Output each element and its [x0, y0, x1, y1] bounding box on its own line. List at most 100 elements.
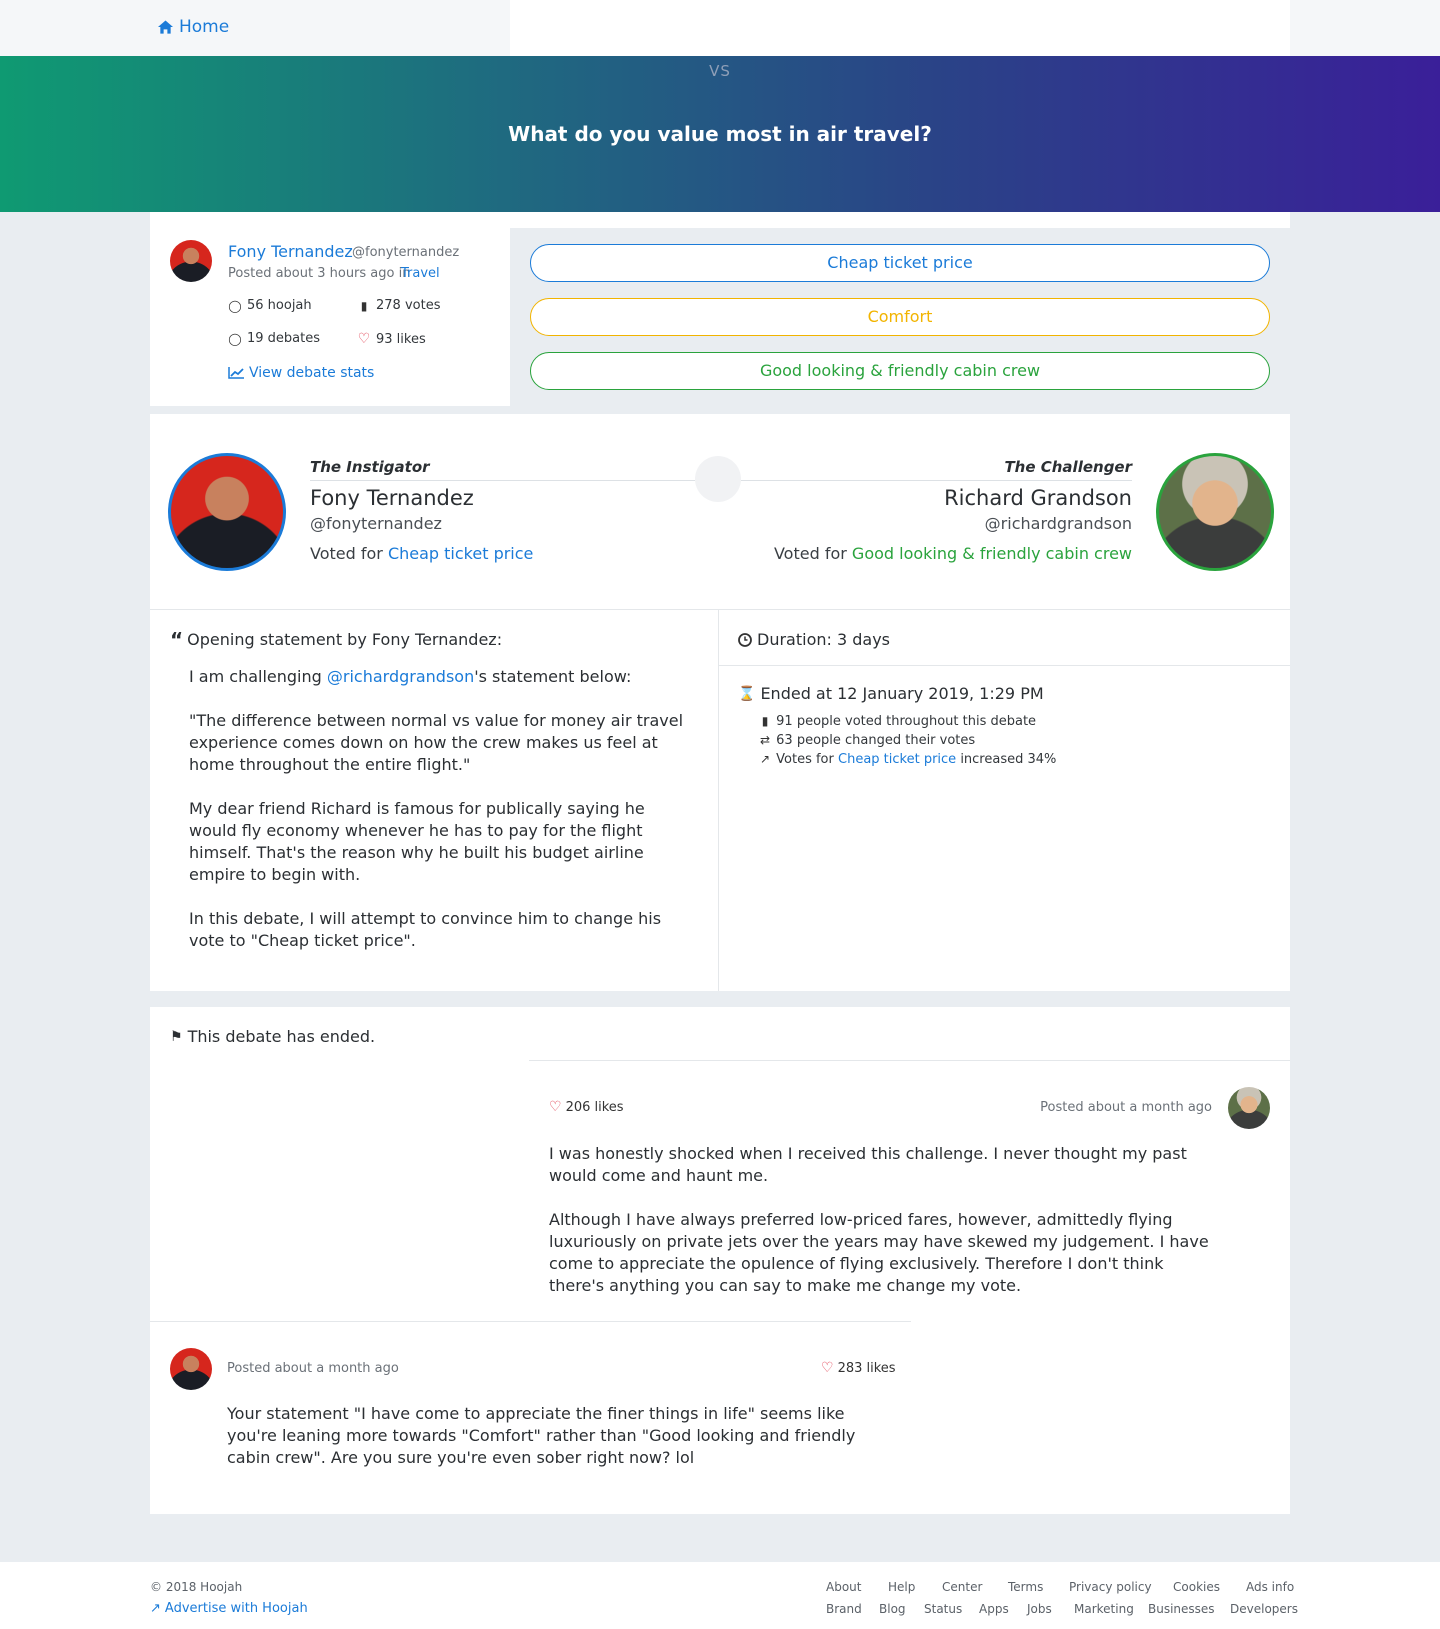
instigator-handle: @fonyternandez	[310, 514, 442, 533]
reply-2-p1: Your statement "I have come to appreciat…	[227, 1404, 856, 1467]
instigator-role: The Instigator	[310, 458, 430, 476]
reply-1-posted: Posted about a month ago	[1040, 1100, 1212, 1115]
comment-icon: ◯	[228, 298, 242, 313]
reply-2-posted: Posted about a month ago	[227, 1361, 399, 1376]
opening-p1-before: I am challenging	[189, 667, 322, 686]
home-label: Home	[179, 17, 230, 37]
votes-increase-stat: ↗ Votes for Cheap ticket price increased…	[758, 750, 1056, 769]
opening-p1: I am challenging @richardgrandson's stat…	[189, 666, 689, 688]
opening-p2: "The difference between normal vs value …	[189, 711, 684, 774]
external-link-icon: ↗	[150, 1601, 161, 1616]
footer-link-help[interactable]: Help	[888, 1580, 915, 1594]
reply-2-likes[interactable]: ♡ 283 likes	[821, 1360, 896, 1376]
ended-at-text: Ended at 12 January 2019, 1:29 PM	[760, 684, 1044, 703]
view-debate-stats-link[interactable]: View debate stats	[228, 365, 374, 381]
debate-question: What do you value most in air travel?	[508, 122, 932, 146]
challenger-vote-option-link[interactable]: Good looking & friendly cabin crew	[852, 544, 1132, 563]
ended-notice: ⚑ This debate has ended.	[170, 1027, 375, 1046]
duration-text: Duration: 3 days	[757, 630, 890, 649]
shuffle-icon: ⇄	[759, 733, 771, 747]
footer-link-terms[interactable]: Terms	[1008, 1580, 1043, 1594]
footer-link-blog[interactable]: Blog	[879, 1602, 906, 1616]
reply-1-p2: Although I have always preferred low-pri…	[549, 1210, 1209, 1295]
top-nav: Home	[0, 0, 1440, 56]
mention-link[interactable]: @richardgrandson	[327, 667, 474, 686]
likes-stat: ♡ 93 likes	[357, 331, 426, 347]
reply-1-likes[interactable]: ♡ 206 likes	[549, 1099, 624, 1115]
footer-link-marketing[interactable]: Marketing	[1074, 1602, 1134, 1616]
home-link[interactable]: Home	[158, 17, 229, 37]
challenger-vote: Voted for Good looking & friendly cabin …	[774, 544, 1132, 563]
debates-count: 19 debates	[247, 331, 321, 346]
footer-link-apps[interactable]: Apps	[979, 1602, 1009, 1616]
footer-link-businesses[interactable]: Businesses	[1148, 1602, 1215, 1616]
footer-link-privacy[interactable]: Privacy policy	[1069, 1580, 1152, 1594]
author-avatar[interactable]	[170, 240, 212, 282]
reply-divider-middle	[150, 1321, 911, 1322]
challenger-vote-prefix: Voted for	[773, 544, 847, 563]
instigator-divider	[310, 480, 695, 481]
reply-1-likes-count: 206 likes	[565, 1099, 624, 1115]
ended-notice-text: This debate has ended.	[187, 1027, 376, 1046]
posted-time: Posted about 3 hours ago in	[228, 266, 411, 281]
likes-count: 93 likes	[376, 331, 426, 347]
reply-divider-top	[529, 1060, 1290, 1061]
footer-link-status[interactable]: Status	[924, 1602, 962, 1616]
heart-icon: ♡	[357, 331, 371, 347]
footer-link-jobs[interactable]: Jobs	[1027, 1602, 1052, 1616]
duration-heading: Duration: 3 days	[738, 630, 890, 649]
debate-card: The Instigator Fony Ternandez @fonyterna…	[150, 414, 1290, 991]
flag-checkered-icon: ⚑	[170, 1028, 183, 1045]
advertise-link[interactable]: ↗ Advertise with Hoojah	[150, 1601, 308, 1616]
footer-link-about[interactable]: About	[826, 1580, 861, 1594]
duration-divider	[719, 665, 1290, 666]
votes-increase-suffix: increased 34%	[960, 752, 1057, 767]
author-handle: @fonyternandez	[352, 245, 460, 260]
challenger-name: Richard Grandson	[944, 486, 1132, 510]
debates-stat: ◯ 19 debates	[228, 331, 320, 346]
options-panel-top	[510, 212, 1290, 228]
author-name-link[interactable]: Fony Ternandez	[228, 242, 353, 261]
footer-link-brand[interactable]: Brand	[826, 1602, 862, 1616]
line-chart-icon	[228, 367, 244, 379]
instigator-vote-option-link[interactable]: Cheap ticket price	[388, 544, 533, 563]
view-debate-stats-label: View debate stats	[249, 365, 375, 381]
voted-stat: ▮ 91 people voted throughout this debate	[758, 712, 1056, 731]
votes-stat: ▮ 278 votes	[357, 298, 441, 313]
challenger-handle: @richardgrandson	[984, 514, 1132, 533]
quote-icon: “	[170, 627, 184, 652]
vs-circle	[695, 456, 741, 502]
line-chart-icon: ↗	[759, 752, 771, 766]
footer-link-ads-info[interactable]: Ads info	[1246, 1580, 1294, 1594]
opening-p1-after: 's statement below:	[474, 667, 632, 686]
footer-link-center[interactable]: Center	[942, 1580, 982, 1594]
hoojah-stat: ◯ 56 hoojah	[228, 298, 311, 313]
opening-heading-text: Opening statement by Fony Ternandez:	[187, 630, 503, 649]
challenger-avatar[interactable]	[1156, 453, 1274, 571]
author-card: Fony Ternandez @fonyternandez Posted abo…	[150, 212, 510, 406]
opening-p4: In this debate, I will attempt to convin…	[189, 909, 662, 950]
option-cabin-crew-button[interactable]: Good looking & friendly cabin crew	[530, 352, 1270, 390]
reply-1-avatar[interactable]	[1228, 1087, 1270, 1129]
opening-heading: “ Opening statement by Fony Ternandez:	[170, 627, 503, 652]
footer-link-developers[interactable]: Developers	[1230, 1602, 1298, 1616]
footer-link-cookies[interactable]: Cookies	[1173, 1580, 1220, 1594]
option-comfort-button[interactable]: Comfort	[530, 298, 1270, 336]
instigator-avatar[interactable]	[168, 453, 286, 571]
clock-icon	[738, 632, 752, 647]
instigator-vote: Voted for Cheap ticket price	[310, 544, 533, 563]
option-cheap-ticket-button[interactable]: Cheap ticket price	[530, 244, 1270, 282]
top-nav-right-panel	[510, 0, 1290, 56]
reply-2-avatar[interactable]	[170, 1348, 212, 1390]
reply-2-body: Your statement "I have come to appreciat…	[227, 1403, 887, 1469]
column-divider	[718, 610, 719, 991]
ended-at: ⌛ Ended at 12 January 2019, 1:29 PM	[738, 684, 1044, 703]
category-link[interactable]: Travel	[401, 266, 440, 281]
bar-chart-icon: ▮	[360, 298, 368, 313]
votes-increase-option-link[interactable]: Cheap ticket price	[838, 752, 956, 767]
opening-statement: I am challenging @richardgrandson's stat…	[189, 666, 689, 952]
instigator-vote-prefix: Voted for	[310, 544, 383, 563]
debate-divider	[150, 609, 1290, 610]
heart-icon: ♡	[549, 1099, 562, 1115]
challenger-divider	[741, 480, 1132, 481]
